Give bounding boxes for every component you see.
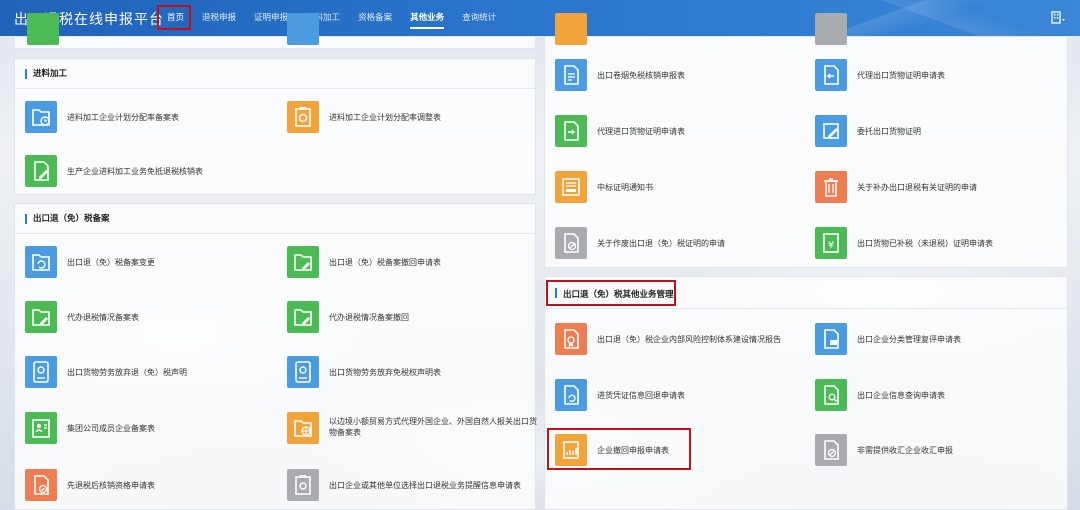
building-user-icon[interactable]	[1050, 9, 1066, 25]
pencil-icon	[815, 115, 847, 147]
main-nav: 首页 退税申报 证明申报 进料加工 资格备案 其他业务 查询统计	[158, 0, 505, 36]
item-cigarette-exemption-writeoff[interactable]: 出口卷烟免税核销申报表	[555, 59, 805, 99]
item-agency-import-proof[interactable]: 代理进口货物证明申请表	[555, 115, 805, 155]
item-enterprise-info-query[interactable]: 出口企业信息查询申请表	[815, 379, 1059, 419]
panel-header: 出口退（免）税其他业务管理	[545, 277, 1067, 309]
folder-edit-icon	[25, 301, 57, 333]
item-tax-paid-proof[interactable]: ¥ 出口货物已补税（未退税）证明申请表	[815, 227, 1059, 267]
item-reissue-proof-application[interactable]: 关于补办出口退税有关证明的申请	[815, 171, 1059, 211]
item-refund-before-writeoff[interactable]: 先退税后核销资格申请表	[25, 469, 275, 509]
item-bid-winning-notice[interactable]: 中标证明通知书	[555, 171, 805, 211]
panel-title: 出口退（免）税备案	[33, 214, 110, 224]
id-card-icon	[25, 412, 57, 444]
partial-icon	[815, 13, 847, 45]
nav-qualification-filing[interactable]: 资格备案	[349, 0, 401, 36]
item-withdraw-declaration[interactable]: 企业撤回申报申请表	[555, 434, 805, 474]
document-refresh-icon	[555, 379, 587, 411]
item-purchase-voucher-rollback[interactable]: 进货凭证信息回退申请表	[555, 379, 805, 419]
item-waive-exemption-statement[interactable]: 出口货物劳务放弃免税权声明表	[287, 356, 527, 396]
document-stamp-icon	[555, 59, 587, 91]
nav-other-business[interactable]: 其他业务	[401, 0, 453, 36]
document-search-icon	[815, 379, 847, 411]
item-border-trade-filing[interactable]: 以边境小额贸易方式代理外国企业、外国自然人报关出口货物备案表	[287, 412, 537, 452]
item-entrusted-export-proof[interactable]: 委托出口货物证明	[815, 115, 1059, 155]
item-classification-review[interactable]: 出口企业分类管理复评申请表	[815, 323, 1059, 363]
item-forex-receipt-declaration[interactable]: 非需提供收汇企业收汇申报	[815, 434, 1059, 474]
item-group-member-filing[interactable]: 集团公司成员企业备案表	[25, 412, 275, 452]
folder-edit-icon	[287, 246, 319, 278]
partial-icon	[27, 13, 59, 45]
chart-document-icon	[555, 434, 587, 466]
document-cancel-icon	[555, 227, 587, 259]
header-accent	[555, 288, 557, 298]
document-edit-icon	[25, 155, 57, 187]
document-user-icon	[815, 323, 847, 355]
item-void-proof-application[interactable]: 关于作废出口退（免）税证明的申请	[555, 227, 805, 267]
partial-icon	[555, 13, 587, 45]
trash-document-icon	[815, 171, 847, 203]
document-award-icon	[555, 323, 587, 355]
header-accent	[25, 214, 27, 224]
previous-panel-sliver	[14, 13, 536, 49]
panel-title: 出口退（免）税其他业务管理	[563, 290, 674, 300]
item-agency-refund-withdraw[interactable]: 代办退税情况备案撤回	[287, 301, 527, 341]
item-processing-allocation-filing[interactable]: 进料加工企业计划分配率备案表	[25, 101, 275, 141]
folder-globe-icon	[287, 412, 319, 444]
nav-home[interactable]: 首页	[158, 0, 193, 36]
document-cancel-icon	[815, 434, 847, 466]
partial-icon	[287, 13, 319, 45]
folder-refresh-icon	[25, 246, 57, 278]
item-risk-control-report[interactable]: 出口退（免）税企业内部风险控制体系建设情况报告	[555, 323, 805, 363]
nav-tax-refund-declaration[interactable]: 退税申报	[193, 0, 245, 36]
item-refund-filing-withdraw[interactable]: 出口退（免）税备案撤回申请表	[287, 246, 527, 286]
panel-proof-declaration: 出口卷烟免税核销申报表 代理出口货物证明申请表 代理进口货物证明申请表 委托出口…	[544, 13, 1068, 268]
folder-edit-icon	[287, 301, 319, 333]
panel-header: 进料加工	[15, 59, 535, 89]
document-import-icon	[555, 115, 587, 147]
item-processing-allocation-adjust[interactable]: 进料加工企业计划分配率调整表	[287, 101, 527, 141]
document-return-icon	[815, 59, 847, 91]
tablet-icon	[287, 356, 319, 388]
panel-title: 进料加工	[33, 69, 68, 79]
header-accent	[25, 69, 27, 79]
item-waive-refund-statement[interactable]: 出口货物劳务放弃退（免）税声明	[25, 356, 275, 396]
item-reminder-info-application[interactable]: 出口企业或其他单位选择出口退税业务提醒信息申请表	[287, 469, 527, 509]
item-refund-filing-change[interactable]: 出口退（免）税备案变更	[25, 246, 275, 286]
top-nav-bar: 出口退税在线申报平台 首页 退税申报 证明申报 进料加工 资格备案 其他业务 查…	[0, 0, 1080, 36]
svg-text:¥: ¥	[828, 240, 834, 251]
panel-header: 出口退（免）税备案	[15, 204, 535, 234]
nav-query-statistics[interactable]: 查询统计	[453, 0, 505, 36]
money-document-icon: ¥	[815, 227, 847, 259]
clipboard-icon	[287, 469, 319, 501]
certificate-icon	[555, 171, 587, 203]
document-check-icon	[25, 469, 57, 501]
clipboard-gear-icon	[287, 101, 319, 133]
panel-processing: 进料加工 进料加工企业计划分配率备案表 进料加工企业计划分配率调整表 生产企业进…	[14, 58, 536, 195]
tablet-icon	[25, 356, 57, 388]
panel-other-business: 出口退（免）税其他业务管理 出口退（免）税企业内部风险控制体系建设情况报告 出口…	[544, 276, 1068, 510]
item-agency-export-proof[interactable]: 代理出口货物证明申请表	[815, 59, 1059, 99]
item-agency-refund-filing[interactable]: 代办退税情况备案表	[25, 301, 275, 341]
item-processing-writeoff[interactable]: 生产企业进料加工业务免抵退税核销表	[25, 155, 275, 195]
folder-clock-icon	[25, 101, 57, 133]
panel-refund-filing: 出口退（免）税备案 出口退（免）税备案变更 出口退（免）税备案撤回申请表 代办退…	[14, 203, 537, 510]
